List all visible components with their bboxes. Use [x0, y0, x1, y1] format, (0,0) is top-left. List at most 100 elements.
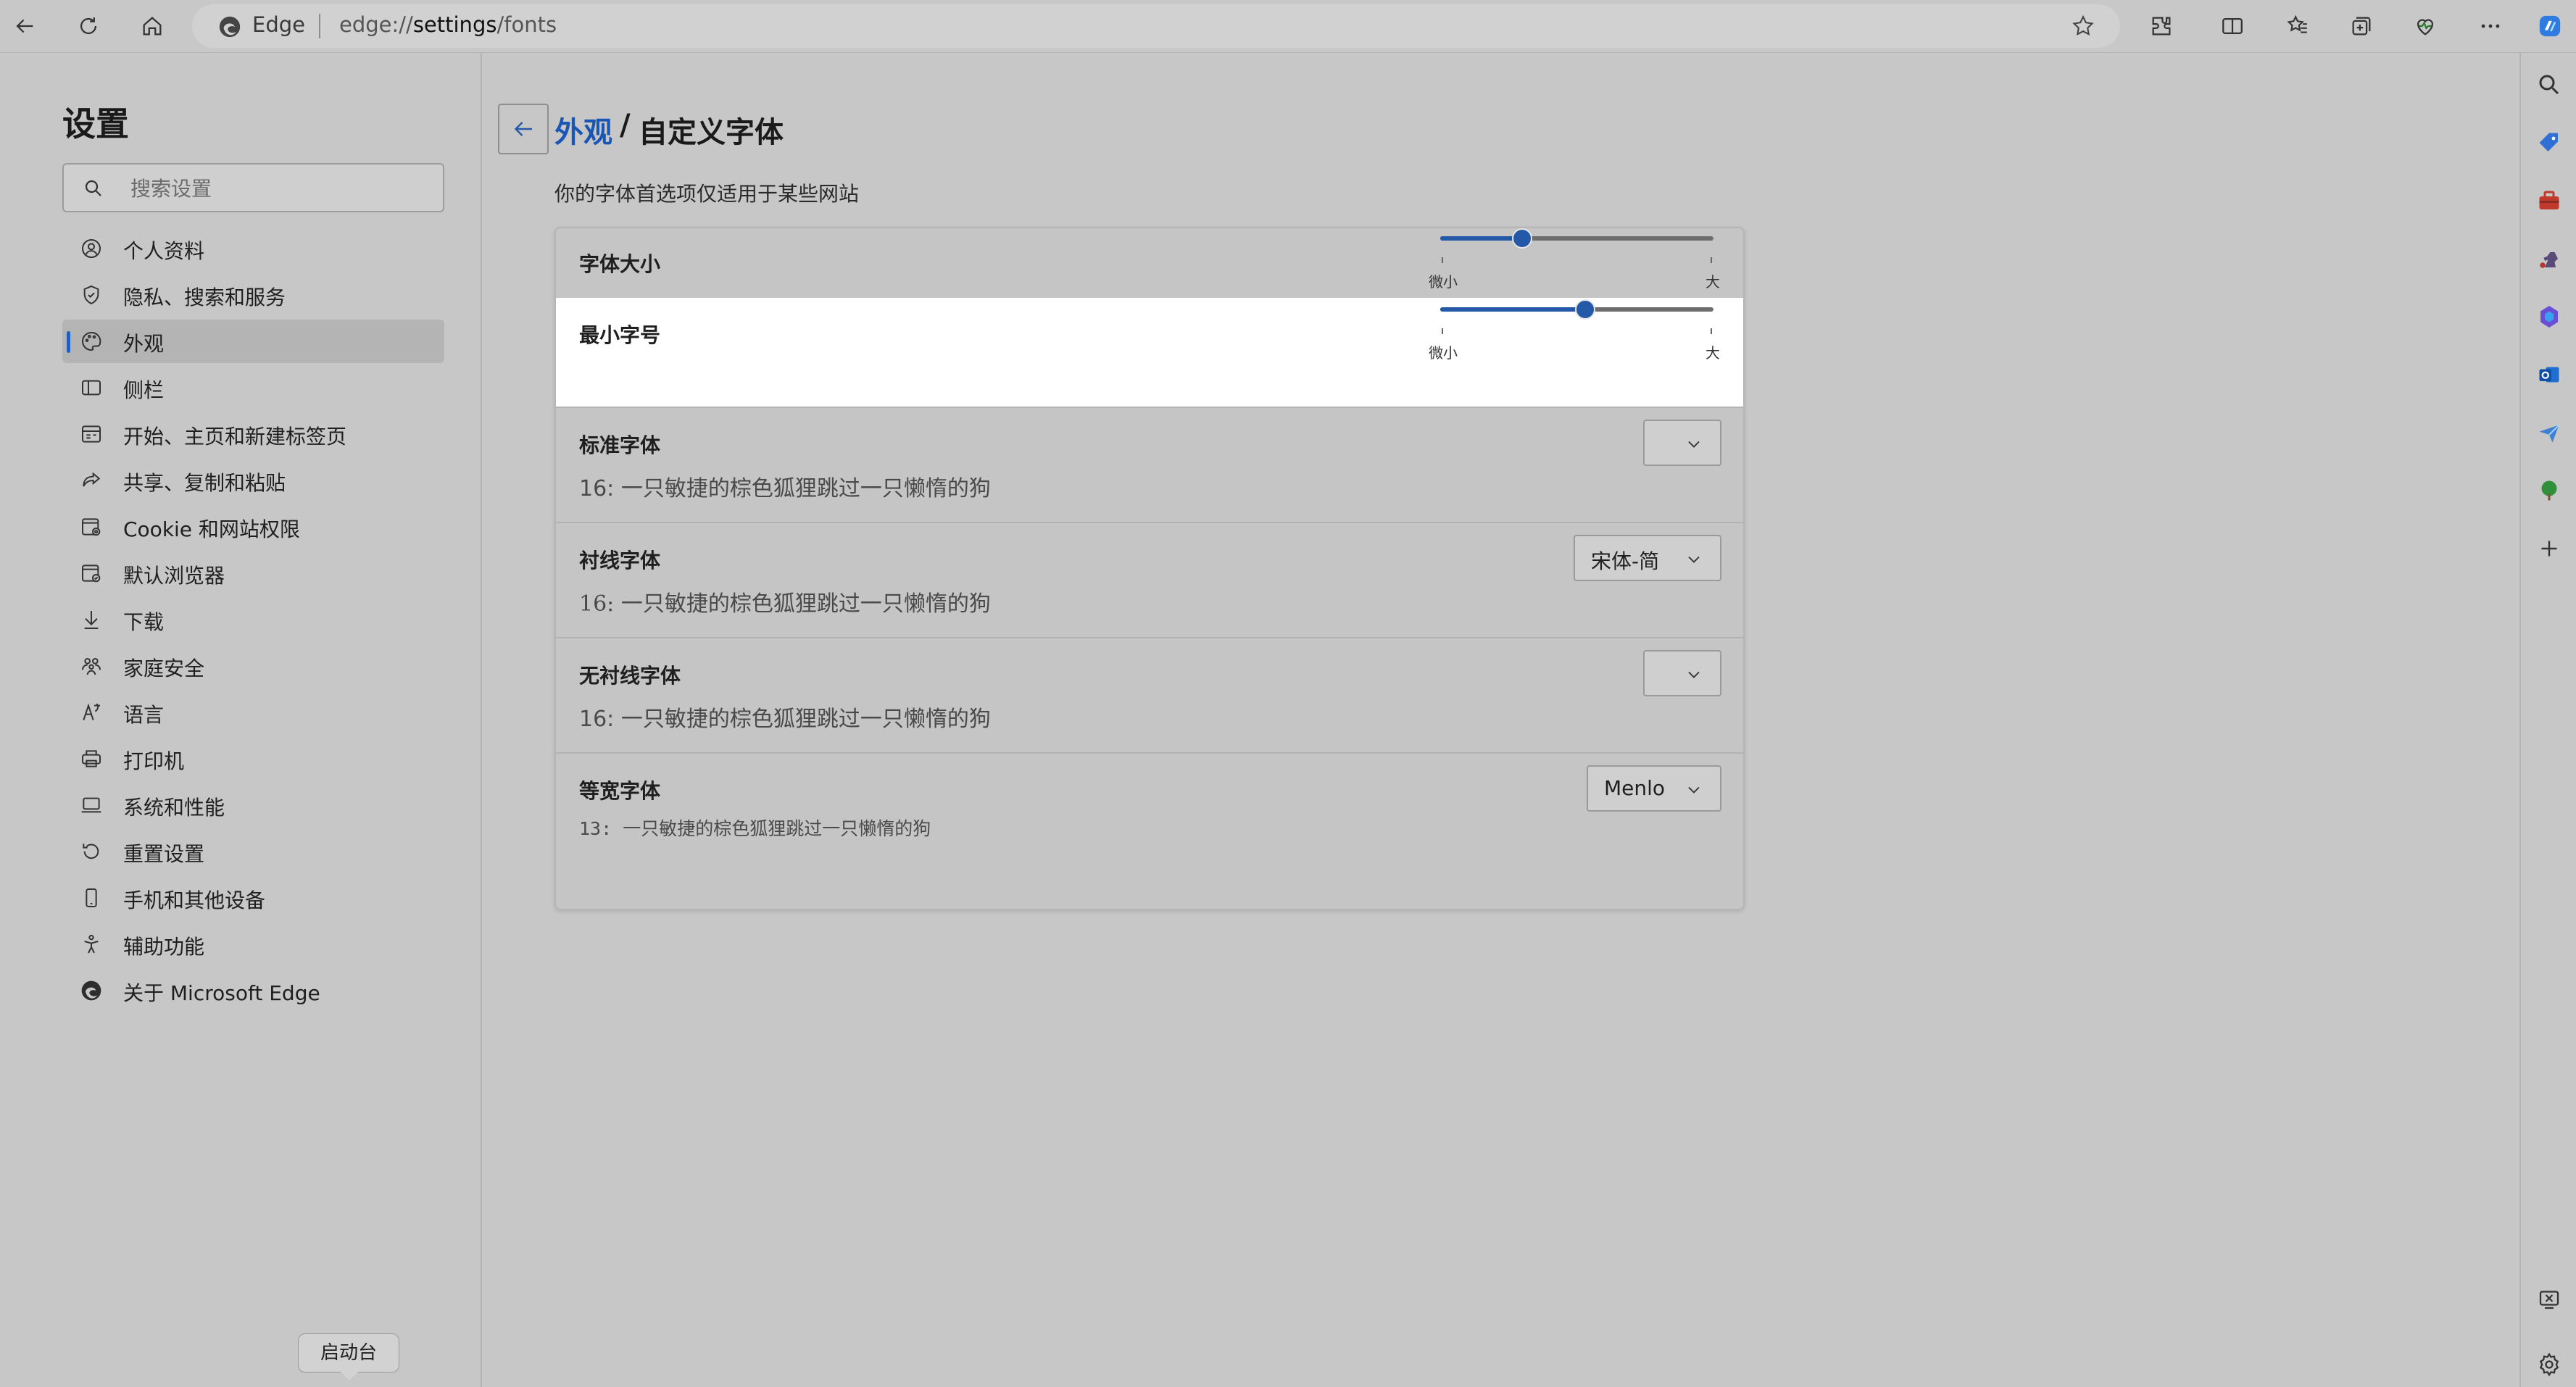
outlook-icon[interactable]	[2533, 359, 2565, 391]
page-subtitle: 你的字体首选项仅适用于某些网站	[554, 182, 860, 206]
chevron-down-icon	[1688, 556, 1700, 563]
sans-serif-font-row: 无衬线字体 16: 一只敏捷的棕色狐狸跳过一只懒惰的狗	[556, 637, 1743, 752]
favorites-icon[interactable]	[2277, 6, 2318, 46]
sidebar-item-label: 外观	[123, 332, 165, 356]
standard-font-title: 标准字体	[579, 433, 661, 457]
main-content: 外观 / 自定义字体 你的字体首选项仅适用于某些网站 字体大小 微小 大 最小字…	[482, 53, 2519, 1387]
browser-toolbar: Edge edge://settings/fonts	[0, 0, 2576, 53]
sidebar-icon	[82, 380, 101, 396]
search-icon[interactable]	[2533, 69, 2565, 101]
performance-icon[interactable]	[2405, 6, 2446, 46]
favorite-star-icon[interactable]	[2067, 10, 2099, 42]
sidebar-item-label: 打印机	[123, 749, 185, 773]
sidebar-item-label: 家庭安全	[123, 657, 205, 680]
sidebar-item-label: Cookie 和网站权限	[123, 517, 300, 541]
sidebar-item-cookies[interactable]: Cookie 和网站权限	[62, 505, 444, 549]
tree-icon[interactable]	[2533, 475, 2565, 507]
family-icon	[82, 658, 101, 675]
serif-font-row: 衬线字体 16: 一只敏捷的棕色狐狸跳过一只懒惰的狗 宋体-简	[556, 522, 1743, 637]
min-font-size-slider[interactable]	[1440, 299, 1713, 320]
sidebar-item-default-browser[interactable]: 默认浏览器	[62, 551, 444, 595]
breadcrumb-parent-link[interactable]: 外观	[554, 109, 612, 151]
settings-icon[interactable]	[2533, 1349, 2565, 1380]
slider-tick-max	[1711, 257, 1712, 263]
standard-font-row: 标准字体 16: 一只敏捷的棕色狐狸跳过一只懒惰的狗	[556, 407, 1743, 522]
collections-icon[interactable]	[2341, 6, 2382, 46]
sidebar-item-label: 共享、复制和粘贴	[123, 471, 286, 495]
sidebar-item-family[interactable]: 家庭安全	[62, 644, 444, 688]
edge-logo-icon	[81, 980, 101, 1001]
search-settings-box[interactable]	[62, 163, 444, 212]
sidebar-item-start-page[interactable]: 开始、主页和新建标签页	[62, 412, 444, 456]
min-font-size-row: 最小字号 微小 大	[556, 298, 1743, 407]
address-separator	[319, 14, 320, 38]
sidebar-item-about[interactable]: 关于 Microsoft Edge	[62, 969, 444, 1012]
copilot-icon[interactable]	[2530, 6, 2570, 46]
serif-font-dropdown[interactable]: 宋体-简	[1574, 535, 1721, 581]
edge-sidebar	[2519, 53, 2576, 1387]
slider-min-label: 微小	[1429, 344, 1458, 362]
sidebar-item-accessibility[interactable]: 辅助功能	[62, 922, 444, 966]
url-text[interactable]: edge://settings/fonts	[339, 12, 557, 37]
url-prefix: edge://	[339, 12, 413, 37]
accessibility-icon	[84, 935, 99, 954]
extensions-icon[interactable]	[2141, 6, 2182, 46]
slider-tick-min	[1442, 257, 1443, 263]
page-title: 自定义字体	[639, 116, 784, 149]
home-icon[interactable]	[132, 6, 173, 46]
standard-font-sample: 16: 一只敏捷的棕色狐狸跳过一只懒惰的狗	[579, 476, 991, 501]
sidebar-item-reset[interactable]: 重置设置	[62, 830, 444, 873]
send-icon[interactable]	[2533, 417, 2565, 449]
slider-tick-min	[1442, 328, 1443, 334]
m365-icon[interactable]	[2533, 301, 2565, 333]
slider-max-label: 大	[1705, 344, 1720, 362]
slider-thumb[interactable]	[1512, 228, 1532, 249]
download-icon	[84, 611, 99, 629]
monospace-font-dropdown[interactable]: Menlo	[1587, 765, 1721, 812]
sidebar-item-privacy[interactable]: 隐私、搜索和服务	[62, 273, 444, 317]
sidebar-item-phone[interactable]: 手机和其他设备	[62, 876, 444, 920]
sidebar-item-share[interactable]: 共享、复制和粘贴	[62, 459, 444, 502]
serif-font-sample: 16: 一只敏捷的棕色狐狸跳过一只懒惰的狗	[579, 591, 991, 617]
launchpad-tooltip: 启动台	[298, 1333, 399, 1373]
sidebar-item-profile[interactable]: 个人资料	[62, 227, 444, 270]
standard-font-dropdown[interactable]	[1643, 420, 1721, 466]
arrow-left-icon	[514, 122, 532, 136]
sidebar-item-printer[interactable]: 打印机	[62, 737, 444, 780]
screenshot-icon[interactable]	[2533, 1283, 2565, 1315]
font-size-title: 字体大小	[579, 252, 661, 276]
more-icon[interactable]	[2470, 6, 2511, 46]
sidebar-item-label: 侧栏	[123, 378, 165, 402]
system-icon	[81, 797, 101, 813]
start-page-icon	[82, 425, 101, 443]
slider-min-label: 微小	[1429, 273, 1458, 291]
sans-serif-font-dropdown[interactable]	[1643, 650, 1721, 696]
monospace-font-sample: 13: 一只敏捷的棕色狐狸跳过一只懒惰的狗	[579, 818, 931, 839]
font-size-row: 字体大小 微小 大	[556, 228, 1743, 298]
slider-thumb[interactable]	[1575, 299, 1595, 320]
sidebar-item-appearance[interactable]: 外观	[62, 320, 444, 363]
appearance-icon	[82, 331, 101, 351]
search-settings-input[interactable]	[129, 172, 436, 205]
split-screen-icon[interactable]	[2212, 6, 2253, 46]
add-icon[interactable]	[2533, 533, 2565, 565]
sidebar-item-language[interactable]: 语言	[62, 691, 444, 734]
font-size-slider[interactable]	[1440, 228, 1713, 249]
language-icon	[83, 703, 100, 720]
settings-title: 设置	[62, 104, 129, 143]
sidebar-item-label: 开始、主页和新建标签页	[123, 425, 347, 449]
games-icon[interactable]	[2533, 243, 2565, 275]
slider-fill	[1440, 307, 1585, 312]
serif-font-title: 衬线字体	[579, 549, 661, 572]
shopping-tag-icon[interactable]	[2533, 127, 2565, 159]
back-button[interactable]	[498, 104, 549, 154]
sidebar-item-system[interactable]: 系统和性能	[62, 783, 444, 827]
refresh-icon[interactable]	[68, 6, 109, 46]
sidebar-item-sidebar[interactable]: 侧栏	[62, 366, 444, 409]
back-icon[interactable]	[4, 6, 45, 46]
sidebar-item-downloads[interactable]: 下载	[62, 598, 444, 641]
sidebar-item-label: 隐私、搜索和服务	[123, 286, 286, 309]
tools-icon[interactable]	[2533, 185, 2565, 217]
cookie-icon	[82, 518, 101, 536]
url-suffix: /fonts	[496, 12, 557, 37]
